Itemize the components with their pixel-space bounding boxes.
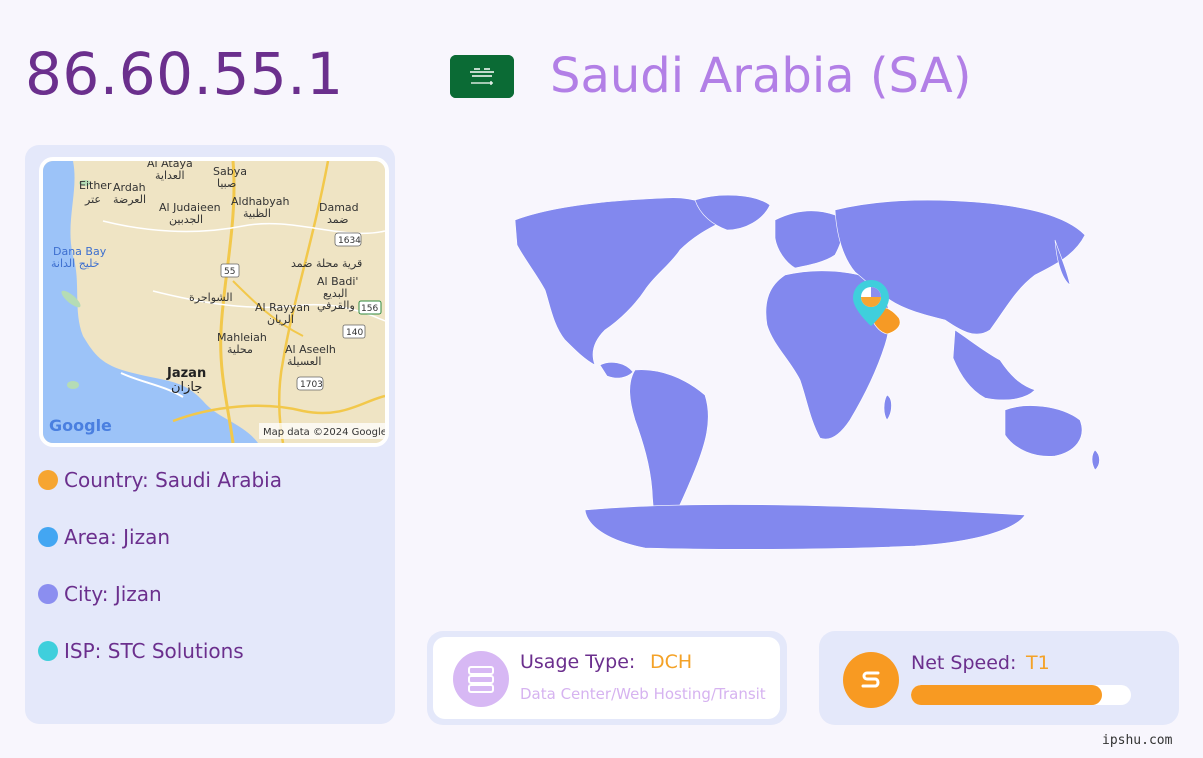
map-label-jazan: Jazan	[166, 366, 206, 381]
map-label-aldhabyah-ar: الظبية	[243, 207, 271, 220]
road-shield-140: 140	[346, 328, 363, 338]
map-attribution[interactable]: Map data ©2024 Google	[263, 427, 385, 438]
map-label-jazan-ar: جازان	[171, 380, 202, 395]
usage-type-card: Usage Type: DCH Data Center/Web Hosting/…	[427, 631, 787, 725]
world-map	[495, 180, 1145, 560]
map-label-qaryat-ar: قرية محلة ضمد	[291, 257, 362, 270]
map-label-al-aseelh-ar: العسيلة	[287, 355, 321, 368]
usage-type-label: Usage Type:	[520, 651, 636, 673]
map-label-mahleiah-ar: محلية	[227, 343, 253, 356]
map-label-shawajira-ar: الشواجرة	[189, 291, 233, 304]
map-label-either-ar: عتر	[84, 193, 101, 206]
city-dot-icon	[38, 584, 58, 604]
google-logo: Google	[49, 416, 112, 435]
location-panel: Al Ataya العداية Sabya صبيا Either Ardah…	[25, 145, 395, 724]
net-speed-value: T1	[1026, 652, 1050, 674]
isp-info: ISP: STC Solutions	[38, 639, 244, 663]
watermark[interactable]: ipshu.com	[1102, 733, 1172, 748]
country-title: Saudi Arabia (SA)	[550, 48, 972, 104]
road-shield-1703: 1703	[300, 380, 323, 390]
net-speed-bar-fill	[911, 685, 1103, 705]
map-label-al-ataya-ar: العداية	[155, 169, 185, 182]
area-text: Area: Jizan	[64, 525, 171, 549]
isp-text: ISP: STC Solutions	[64, 639, 244, 663]
server-icon	[453, 651, 509, 707]
map-label-either: Either	[79, 179, 112, 192]
country-dot-icon	[38, 470, 58, 490]
road-shield-156: 156	[361, 304, 378, 314]
net-speed-label: Net Speed:	[911, 652, 1017, 674]
road-shield-1634: 1634	[338, 236, 361, 246]
country-info: Country: Saudi Arabia	[38, 468, 282, 492]
city-info: City: Jizan	[38, 582, 162, 606]
net-speed-bar	[911, 685, 1131, 705]
map-label-al-rayyan-ar: الريان	[267, 313, 294, 326]
speed-icon	[843, 652, 899, 708]
saudi-arabia-flag-icon	[450, 55, 514, 98]
usage-type-description: Data Center/Web Hosting/Transit	[520, 685, 766, 703]
map-label-dana-bay-ar: خليج الدانة	[51, 257, 100, 270]
area-dot-icon	[38, 527, 58, 547]
area-info: Area: Jizan	[38, 525, 170, 549]
location-map[interactable]: Al Ataya العداية Sabya صبيا Either Ardah…	[39, 157, 389, 447]
usage-type-value: DCH	[650, 651, 693, 673]
country-text: Country: Saudi Arabia	[64, 468, 282, 492]
net-speed-card: Net Speed: T1	[819, 631, 1179, 725]
map-label-sabya-ar: صبيا	[217, 177, 236, 190]
isp-dot-icon	[38, 641, 58, 661]
map-label-al-judaieen-ar: الجدبين	[169, 213, 203, 226]
map-label-ardah-ar: العرضة	[113, 193, 146, 206]
ip-address: 86.60.55.1	[25, 40, 344, 108]
city-text: City: Jizan	[64, 582, 162, 606]
road-shield-55: 55	[224, 267, 235, 277]
map-label-al-qarfi-ar: والقرفي	[317, 299, 355, 312]
map-label-damad-ar: ضمد	[327, 213, 348, 226]
